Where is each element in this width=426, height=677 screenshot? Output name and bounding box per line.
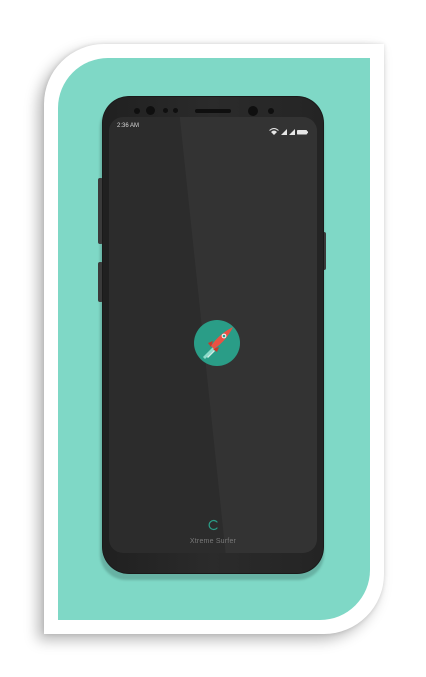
phone-screen: 2:36 AM Xtreme Surfer [109, 117, 317, 553]
sensor-icon [173, 108, 178, 113]
status-icons [269, 122, 309, 135]
app-name-label: Xtreme Surfer [189, 538, 237, 545]
spinner-icon [207, 518, 219, 531]
front-camera-icon [248, 106, 258, 116]
app-logo [193, 319, 241, 367]
sensor-icon [163, 108, 168, 113]
earpiece-speaker [195, 109, 231, 113]
sensor-icon [134, 108, 140, 114]
sensor-icon [268, 108, 274, 114]
status-time: 2:36 AM [117, 123, 140, 129]
signal-icon [289, 129, 295, 135]
iris-scanner-icon [146, 106, 155, 115]
battery-icon [297, 130, 307, 135]
signal-icon [281, 129, 287, 135]
phone-device: 2:36 AM Xtreme Surfer [103, 97, 323, 573]
wifi-icon [269, 128, 279, 135]
